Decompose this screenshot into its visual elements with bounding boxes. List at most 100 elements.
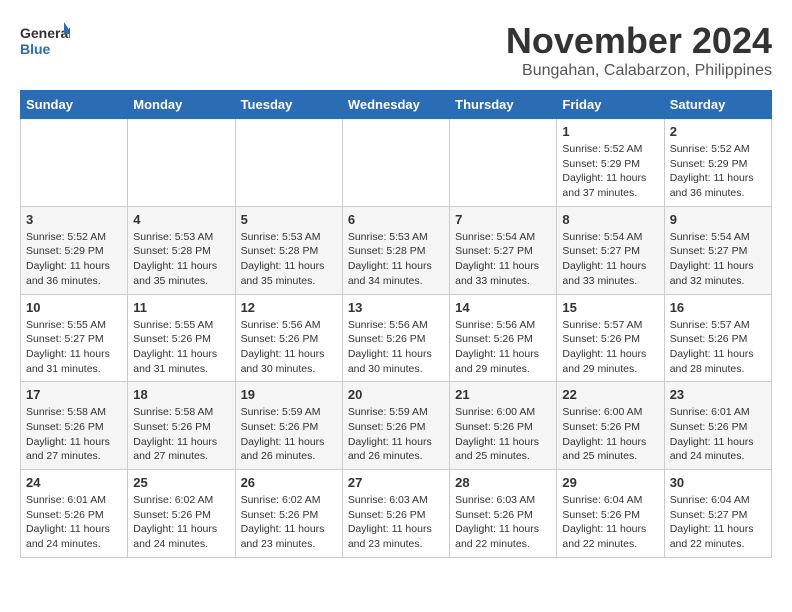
day-number: 4 <box>133 212 229 227</box>
calendar-cell: 28 Sunrise: 6:03 AM Sunset: 5:26 PM Dayli… <box>450 470 557 558</box>
calendar-cell: 12 Sunrise: 5:56 AM Sunset: 5:26 PM Dayli… <box>235 294 342 382</box>
day-number: 29 <box>562 475 658 490</box>
calendar-cell: 14 Sunrise: 5:56 AM Sunset: 5:26 PM Dayli… <box>450 294 557 382</box>
calendar-cell: 21 Sunrise: 6:00 AM Sunset: 5:26 PM Dayli… <box>450 382 557 470</box>
calendar-cell: 3 Sunrise: 5:52 AM Sunset: 5:29 PM Daylig… <box>21 206 128 294</box>
weekday-header: Tuesday <box>235 91 342 119</box>
day-number: 21 <box>455 387 551 402</box>
calendar-cell: 18 Sunrise: 5:58 AM Sunset: 5:26 PM Dayli… <box>128 382 235 470</box>
day-info: Sunrise: 5:56 AM Sunset: 5:26 PM Dayligh… <box>241 318 337 377</box>
day-info: Sunrise: 5:57 AM Sunset: 5:26 PM Dayligh… <box>562 318 658 377</box>
day-info: Sunrise: 5:52 AM Sunset: 5:29 PM Dayligh… <box>670 142 766 201</box>
weekday-header: Friday <box>557 91 664 119</box>
calendar-cell: 24Sunrise: 6:01 AM Sunset: 5:26 PM Dayli… <box>21 470 128 558</box>
calendar-cell: 9 Sunrise: 5:54 AM Sunset: 5:27 PM Daylig… <box>664 206 771 294</box>
calendar-cell: 22 Sunrise: 6:00 AM Sunset: 5:26 PM Dayli… <box>557 382 664 470</box>
day-number: 12 <box>241 300 337 315</box>
day-info: Sunrise: 6:04 AM Sunset: 5:27 PM Dayligh… <box>670 493 766 552</box>
day-info: Sunrise: 5:59 AM Sunset: 5:26 PM Dayligh… <box>241 405 337 464</box>
day-number: 22 <box>562 387 658 402</box>
calendar-cell: 23Sunrise: 6:01 AM Sunset: 5:26 PM Dayli… <box>664 382 771 470</box>
day-number: 18 <box>133 387 229 402</box>
calendar-cell: 4 Sunrise: 5:53 AM Sunset: 5:28 PM Daylig… <box>128 206 235 294</box>
day-info: Sunrise: 5:54 AM Sunset: 5:27 PM Dayligh… <box>562 230 658 289</box>
day-number: 13 <box>348 300 444 315</box>
calendar-cell: 2 Sunrise: 5:52 AM Sunset: 5:29 PM Daylig… <box>664 119 771 207</box>
day-number: 24 <box>26 475 122 490</box>
day-number: 3 <box>26 212 122 227</box>
calendar-cell: 30 Sunrise: 6:04 AM Sunset: 5:27 PM Dayli… <box>664 470 771 558</box>
calendar-cell: 11Sunrise: 5:55 AM Sunset: 5:26 PM Dayli… <box>128 294 235 382</box>
day-info: Sunrise: 5:52 AM Sunset: 5:29 PM Dayligh… <box>26 230 122 289</box>
month-title: November 2024 <box>506 20 772 62</box>
day-number: 6 <box>348 212 444 227</box>
day-info: Sunrise: 6:00 AM Sunset: 5:26 PM Dayligh… <box>455 405 551 464</box>
day-info: Sunrise: 6:03 AM Sunset: 5:26 PM Dayligh… <box>348 493 444 552</box>
page-header: General Blue November 2024 Bungahan, Cal… <box>20 20 772 80</box>
day-number: 5 <box>241 212 337 227</box>
calendar-cell <box>342 119 449 207</box>
calendar-cell: 19 Sunrise: 5:59 AM Sunset: 5:26 PM Dayli… <box>235 382 342 470</box>
day-number: 7 <box>455 212 551 227</box>
day-info: Sunrise: 5:56 AM Sunset: 5:26 PM Dayligh… <box>455 318 551 377</box>
calendar-cell <box>235 119 342 207</box>
day-info: Sunrise: 5:58 AM Sunset: 5:26 PM Dayligh… <box>133 405 229 464</box>
weekday-header: Sunday <box>21 91 128 119</box>
day-info: Sunrise: 5:52 AM Sunset: 5:29 PM Dayligh… <box>562 142 658 201</box>
day-info: Sunrise: 5:53 AM Sunset: 5:28 PM Dayligh… <box>133 230 229 289</box>
calendar-cell: 17 Sunrise: 5:58 AM Sunset: 5:26 PM Dayli… <box>21 382 128 470</box>
calendar-cell: 7 Sunrise: 5:54 AM Sunset: 5:27 PM Daylig… <box>450 206 557 294</box>
day-info: Sunrise: 5:53 AM Sunset: 5:28 PM Dayligh… <box>241 230 337 289</box>
day-info: Sunrise: 6:02 AM Sunset: 5:26 PM Dayligh… <box>241 493 337 552</box>
day-info: Sunrise: 5:55 AM Sunset: 5:27 PM Dayligh… <box>26 318 122 377</box>
day-number: 30 <box>670 475 766 490</box>
day-info: Sunrise: 5:54 AM Sunset: 5:27 PM Dayligh… <box>455 230 551 289</box>
day-info: Sunrise: 5:55 AM Sunset: 5:26 PM Dayligh… <box>133 318 229 377</box>
day-number: 20 <box>348 387 444 402</box>
day-number: 26 <box>241 475 337 490</box>
day-info: Sunrise: 5:56 AM Sunset: 5:26 PM Dayligh… <box>348 318 444 377</box>
svg-text:Blue: Blue <box>20 41 51 57</box>
day-number: 8 <box>562 212 658 227</box>
calendar-cell: 25 Sunrise: 6:02 AM Sunset: 5:26 PM Dayli… <box>128 470 235 558</box>
weekday-header: Saturday <box>664 91 771 119</box>
day-info: Sunrise: 5:54 AM Sunset: 5:27 PM Dayligh… <box>670 230 766 289</box>
calendar-cell: 10 Sunrise: 5:55 AM Sunset: 5:27 PM Dayli… <box>21 294 128 382</box>
calendar-cell: 15Sunrise: 5:57 AM Sunset: 5:26 PM Dayli… <box>557 294 664 382</box>
calendar-cell: 16 Sunrise: 5:57 AM Sunset: 5:26 PM Dayli… <box>664 294 771 382</box>
calendar-table: SundayMondayTuesdayWednesdayThursdayFrid… <box>20 90 772 558</box>
day-number: 16 <box>670 300 766 315</box>
day-info: Sunrise: 6:00 AM Sunset: 5:26 PM Dayligh… <box>562 405 658 464</box>
day-info: Sunrise: 6:02 AM Sunset: 5:26 PM Dayligh… <box>133 493 229 552</box>
calendar-cell: 6 Sunrise: 5:53 AM Sunset: 5:28 PM Daylig… <box>342 206 449 294</box>
title-block: November 2024 Bungahan, Calabarzon, Phil… <box>506 20 772 80</box>
calendar-cell <box>21 119 128 207</box>
day-number: 2 <box>670 124 766 139</box>
calendar-cell: 1Sunrise: 5:52 AM Sunset: 5:29 PM Daylig… <box>557 119 664 207</box>
day-number: 17 <box>26 387 122 402</box>
day-info: Sunrise: 5:57 AM Sunset: 5:26 PM Dayligh… <box>670 318 766 377</box>
logo: General Blue <box>20 20 70 60</box>
day-number: 28 <box>455 475 551 490</box>
svg-text:General: General <box>20 25 70 41</box>
calendar-cell: 20 Sunrise: 5:59 AM Sunset: 5:26 PM Dayli… <box>342 382 449 470</box>
day-info: Sunrise: 6:03 AM Sunset: 5:26 PM Dayligh… <box>455 493 551 552</box>
day-number: 19 <box>241 387 337 402</box>
logo-svg: General Blue <box>20 20 70 60</box>
weekday-header: Monday <box>128 91 235 119</box>
weekday-header: Wednesday <box>342 91 449 119</box>
day-info: Sunrise: 5:59 AM Sunset: 5:26 PM Dayligh… <box>348 405 444 464</box>
day-info: Sunrise: 5:58 AM Sunset: 5:26 PM Dayligh… <box>26 405 122 464</box>
calendar-cell: 26 Sunrise: 6:02 AM Sunset: 5:26 PM Dayli… <box>235 470 342 558</box>
calendar-cell <box>450 119 557 207</box>
day-number: 25 <box>133 475 229 490</box>
weekday-header: Thursday <box>450 91 557 119</box>
day-info: Sunrise: 5:53 AM Sunset: 5:28 PM Dayligh… <box>348 230 444 289</box>
day-info: Sunrise: 6:04 AM Sunset: 5:26 PM Dayligh… <box>562 493 658 552</box>
day-number: 14 <box>455 300 551 315</box>
day-number: 10 <box>26 300 122 315</box>
calendar-cell: 13 Sunrise: 5:56 AM Sunset: 5:26 PM Dayli… <box>342 294 449 382</box>
calendar-cell: 5 Sunrise: 5:53 AM Sunset: 5:28 PM Daylig… <box>235 206 342 294</box>
calendar-cell <box>128 119 235 207</box>
day-number: 9 <box>670 212 766 227</box>
